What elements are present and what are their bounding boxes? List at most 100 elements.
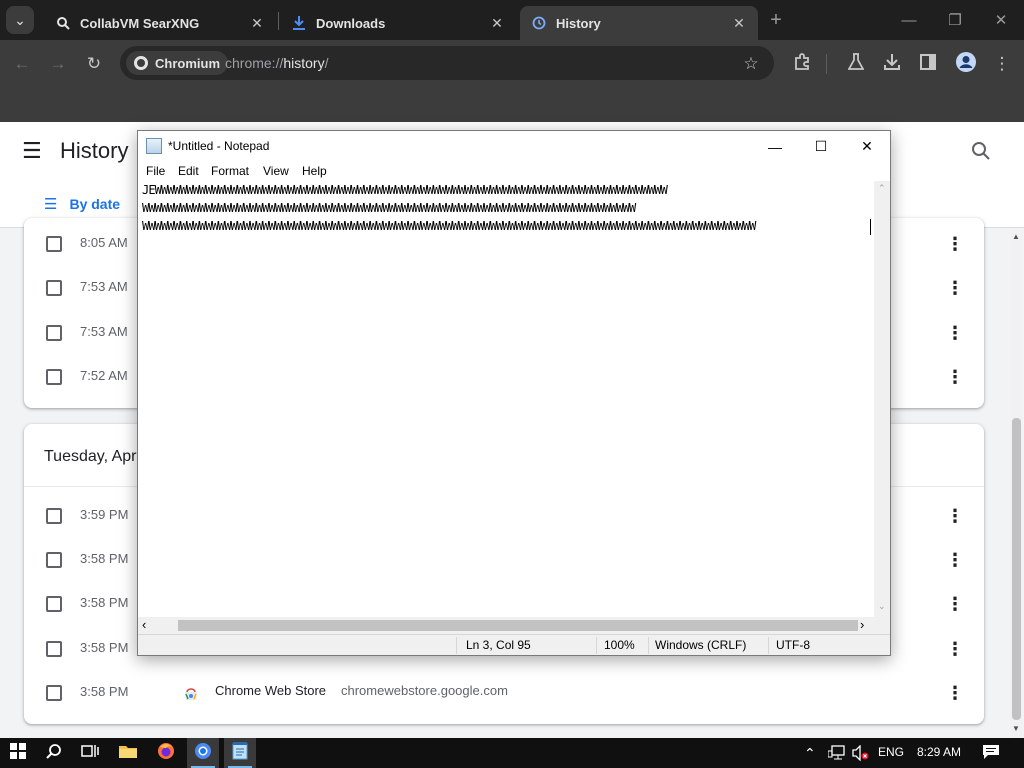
scroll-up-icon[interactable]: ▲ [1012,232,1020,241]
url-text[interactable]: chrome://history/ [225,55,328,71]
more-vert-icon[interactable]: ⋮ [946,365,964,389]
bookmark-star-button[interactable]: ☆ [737,50,765,78]
text-line: WWWWWWWWWWWWWWWWWWWWWWWWWWWWWWWWWWWWWWWW… [142,219,756,233]
hamburger-menu-icon[interactable]: ☰ [22,138,46,163]
notepad-titlebar[interactable]: *Untitled - Notepad — ☐ ✕ [138,131,890,162]
row-title-link[interactable]: Chrome Web Store [215,683,326,698]
notepad-minimize-button[interactable]: — [752,131,798,162]
notepad-maximize-button[interactable]: ☐ [798,131,844,162]
close-icon: ✕ [861,138,873,154]
reload-button[interactable]: ↻ [80,50,108,78]
row-checkbox[interactable] [46,280,62,296]
tab-search-button[interactable]: ⌄ [6,6,34,34]
tab-downloads[interactable]: Downloads ✕ [280,6,516,40]
labs-button[interactable] [842,50,870,78]
menu-help[interactable]: Help [302,164,327,178]
text-caret [870,219,871,235]
history-row[interactable]: 3:58 PM Chrome Web Store chromewebstore.… [24,671,984,715]
row-checkbox[interactable] [46,325,62,341]
notepad-vertical-scrollbar[interactable]: ⌃ ⌄ [874,181,890,617]
scroll-down-icon[interactable]: ⌄ [878,601,886,612]
site-info-chip[interactable]: Chromium [126,51,228,75]
more-vert-icon[interactable]: ⋮ [946,232,964,256]
menu-view[interactable]: View [263,164,289,178]
forward-button[interactable]: → [44,50,72,78]
network-icon[interactable] [827,745,846,766]
close-tab-icon[interactable]: ✕ [488,14,506,32]
more-vert-icon[interactable]: ⋮ [946,321,964,345]
origin-chip-label: Chromium [155,55,220,71]
profile-button[interactable] [952,50,980,78]
downloads-button[interactable] [878,50,906,78]
tab-collabvm-searxng[interactable]: CollabVM SearXNG ✕ [44,6,276,40]
notification-center-icon[interactable] [982,744,1000,765]
more-vert-icon[interactable]: ⋮ [946,592,964,616]
row-time: 3:59 PM [80,507,129,522]
back-button[interactable]: ← [8,50,36,78]
notepad-close-button[interactable]: ✕ [844,131,890,162]
day-heading: Tuesday, Apr [44,448,137,465]
show-hidden-icons-button[interactable]: ⌃ [804,745,816,762]
menu-edit[interactable]: Edit [178,164,199,178]
close-tab-icon[interactable]: ✕ [730,14,748,32]
scroll-down-icon[interactable]: ▼ [1012,724,1020,733]
taskbar-firefox[interactable] [150,738,182,768]
download-icon [292,16,306,30]
start-button[interactable] [2,738,34,768]
new-tab-button[interactable]: + [764,8,788,32]
extensions-button[interactable] [788,50,816,78]
volume-muted-icon[interactable] [852,744,870,766]
restore-button[interactable]: ❐ [932,6,978,34]
more-vert-icon[interactable]: ⋮ [946,548,964,572]
tab-by-date[interactable]: ☰ By date [44,192,120,216]
chromium-icon [194,742,212,765]
input-language[interactable]: ENG [878,745,904,759]
scroll-right-icon[interactable]: › [860,617,864,632]
row-checkbox[interactable] [46,641,62,657]
more-vert-icon[interactable]: ⋮ [946,637,964,661]
notepad-horizontal-scrollbar[interactable]: ‹ › [138,617,874,634]
row-checkbox[interactable] [46,685,62,701]
horizontal-scroll-thumb[interactable] [178,620,858,631]
tab-history[interactable]: History ✕ [520,6,758,40]
clock[interactable]: 8:29 AM [917,745,961,759]
status-line-ending: Windows (CRLF) [655,638,747,652]
menu-file[interactable]: File [146,164,165,178]
chromium-logo-icon [134,56,148,70]
status-separator [596,637,597,654]
taskbar-chromium[interactable] [187,738,219,768]
taskbar-notepad[interactable] [224,738,256,768]
notepad-icon [232,741,248,765]
taskbar-file-explorer[interactable] [112,738,144,768]
history-icon [532,16,546,30]
row-checkbox[interactable] [46,369,62,385]
row-checkbox[interactable] [46,236,62,252]
side-panel-button[interactable] [914,50,942,78]
tab-label: By date [69,196,121,212]
plus-icon: + [770,8,782,31]
taskbar-search-button[interactable] [38,738,70,768]
more-vert-icon[interactable]: ⋮ [946,276,964,300]
tab-label: CollabVM SearXNG [80,15,200,31]
close-window-button[interactable]: ✕ [978,6,1024,34]
page-scroll-thumb[interactable] [1012,418,1021,720]
more-vert-icon[interactable]: ⋮ [946,681,964,705]
chrome-menu-button[interactable]: ⋮ [988,50,1016,78]
task-view-button[interactable] [74,738,106,768]
row-checkbox[interactable] [46,552,62,568]
minimize-icon: — [768,138,782,155]
notepad-text-area[interactable]: JEWWWWWWWWWWWWWWWWWWWWWWWWWWWWWWWWWWWWWW… [138,181,874,617]
row-time: 7:53 AM [80,324,128,339]
more-vert-icon[interactable]: ⋮ [946,504,964,528]
chevron-down-icon: ⌄ [14,11,26,28]
row-checkbox[interactable] [46,508,62,524]
scroll-left-icon[interactable]: ‹ [142,617,146,632]
row-checkbox[interactable] [46,596,62,612]
menu-format[interactable]: Format [211,164,249,178]
search-icon[interactable] [968,138,994,164]
notepad-window: *Untitled - Notepad — ☐ ✕ File Edit Form… [137,130,891,656]
close-tab-icon[interactable]: ✕ [248,14,266,32]
scroll-up-icon[interactable]: ⌃ [878,183,886,194]
tab-label: History [556,15,601,31]
minimize-button[interactable]: — [886,6,932,34]
